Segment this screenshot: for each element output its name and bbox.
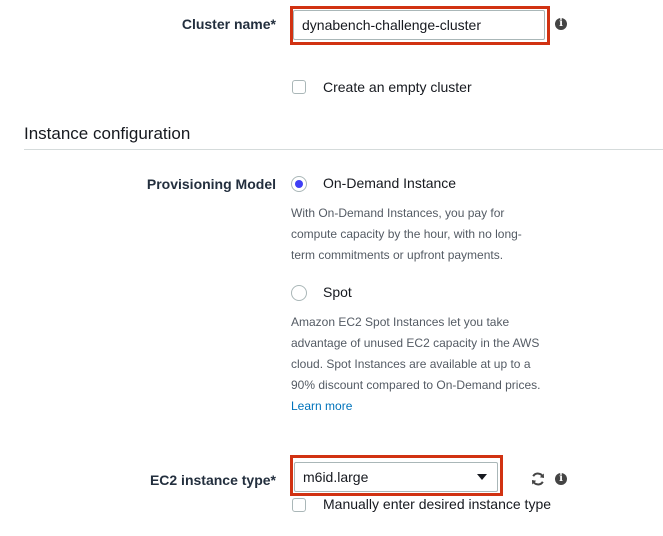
provisioning-model-label: Provisioning Model bbox=[146, 176, 276, 192]
on-demand-label: On-Demand Instance bbox=[323, 175, 457, 191]
cluster-name-input[interactable]: dynabench-challenge-cluster bbox=[293, 10, 545, 40]
empty-cluster-label: Create an empty cluster bbox=[323, 79, 472, 95]
ec2-info-icon[interactable]: i bbox=[555, 473, 567, 485]
desc-line: 90% discount compared to On-Demand price… bbox=[291, 378, 541, 392]
on-demand-radio[interactable] bbox=[291, 176, 307, 192]
desc-line: term commitments or upfront payments. bbox=[291, 248, 504, 262]
spot-label: Spot bbox=[323, 284, 352, 300]
desc-line: Amazon EC2 Spot Instances let you take bbox=[291, 315, 510, 329]
manual-entry-label: Manually enter desired instance type bbox=[323, 496, 552, 512]
select-overlap-mask bbox=[290, 494, 503, 496]
ec2-instance-type-select[interactable]: m6id.large bbox=[294, 462, 498, 492]
cluster-name-label: Cluster name* bbox=[181, 16, 276, 32]
caret-down-icon[interactable] bbox=[477, 474, 487, 480]
empty-cluster-checkbox[interactable] bbox=[292, 80, 306, 94]
instance-config-heading: Instance configuration bbox=[24, 124, 191, 143]
spot-description: Amazon EC2 Spot Instances let you take a… bbox=[291, 312, 571, 396]
ec2-instance-type-value: m6id.large bbox=[303, 469, 369, 485]
desc-line: With On-Demand Instances, you pay for bbox=[291, 206, 505, 220]
ec2-instance-type-label: EC2 instance type* bbox=[149, 472, 276, 488]
desc-line: cloud. Spot Instances are available at u… bbox=[291, 357, 531, 371]
refresh-icon[interactable] bbox=[530, 471, 546, 487]
desc-line: compute capacity by the hour, with no lo… bbox=[291, 227, 522, 241]
spot-radio[interactable] bbox=[291, 285, 307, 301]
learn-more-link[interactable]: Learn more bbox=[291, 399, 352, 413]
desc-line: advantage of unused EC2 capacity in the … bbox=[291, 336, 540, 350]
manual-entry-checkbox[interactable] bbox=[292, 498, 306, 512]
info-icon[interactable]: i bbox=[555, 18, 567, 30]
section-divider bbox=[24, 149, 663, 150]
on-demand-description: With On-Demand Instances, you pay for co… bbox=[291, 203, 561, 266]
